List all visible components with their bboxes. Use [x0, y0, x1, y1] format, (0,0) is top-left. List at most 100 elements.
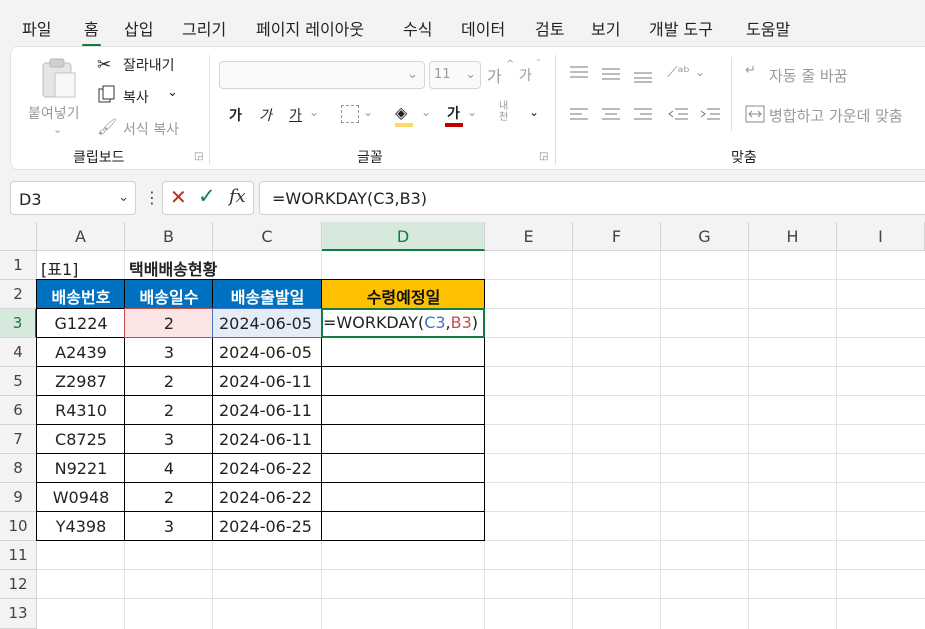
cell-b9[interactable]: 2 [125, 483, 213, 507]
cell-b10[interactable]: 3 [125, 512, 213, 536]
cell-a1[interactable]: [표1] [41, 251, 78, 280]
cell-c7[interactable]: 2024-06-11 [219, 425, 312, 449]
dialog-launcher-icon[interactable]: ◲ [539, 151, 548, 162]
row-header[interactable]: 5 [0, 367, 37, 396]
row-header[interactable]: 7 [0, 425, 37, 454]
cancel-icon[interactable]: ✕ [170, 185, 187, 209]
formula-input[interactable]: =WORKDAY(C3,B3) [259, 181, 925, 215]
row-header[interactable]: 3 [0, 309, 37, 338]
cell-c9[interactable]: 2024-06-22 [219, 483, 312, 507]
bold-button[interactable]: 가 [229, 105, 242, 125]
align-middle-icon[interactable] [601, 65, 621, 81]
cell-c6[interactable]: 2024-06-11 [219, 396, 312, 420]
menu-review[interactable]: 검토 [535, 16, 564, 40]
column-header-b[interactable]: B [125, 222, 213, 251]
cell-d3-editor[interactable]: =WORKDAY(C3,B3) [323, 310, 478, 332]
menu-help[interactable]: 도움말 [746, 16, 790, 40]
column-header-c[interactable]: C [213, 222, 322, 251]
align-center-icon[interactable] [601, 107, 621, 123]
decrease-indent-icon[interactable] [667, 107, 689, 123]
menu-developer[interactable]: 개발 도구 [649, 16, 713, 40]
cell-a4[interactable]: A2439 [37, 338, 125, 362]
italic-button[interactable]: 가 [259, 105, 272, 125]
column-header-i[interactable]: I [837, 222, 925, 251]
menu-home[interactable]: 홈 [82, 16, 101, 47]
wrap-text-button[interactable]: 자동 줄 바꿈 [769, 65, 848, 86]
grow-font-button[interactable]: 가 [487, 63, 502, 87]
paste-button[interactable]: 붙여넣기 ⌄ [25, 55, 91, 139]
cell-b7[interactable]: 3 [125, 425, 213, 449]
fill-color-icon[interactable]: ◈ [395, 103, 407, 122]
borders-icon[interactable] [341, 105, 359, 123]
menu-page-layout[interactable]: 페이지 레이아웃 [256, 16, 364, 40]
chevron-down-icon[interactable]: ⌄ [529, 105, 539, 119]
row-header[interactable]: 12 [0, 570, 37, 599]
row-header[interactable]: 2 [0, 280, 37, 309]
row-header[interactable]: 10 [0, 512, 37, 541]
cell-a10[interactable]: Y4398 [37, 512, 125, 536]
cell-b5[interactable]: 2 [125, 367, 213, 391]
row-header[interactable]: 13 [0, 599, 37, 629]
row-header[interactable]: 9 [0, 483, 37, 512]
cut-button[interactable]: 잘라내기 [123, 55, 175, 75]
cell-a9[interactable]: W0948 [37, 483, 125, 507]
align-left-icon[interactable] [569, 107, 589, 123]
orientation-icon[interactable]: ⟋ᵃᵇ [667, 63, 690, 81]
menu-view[interactable]: 보기 [591, 16, 620, 40]
increase-indent-icon[interactable] [699, 107, 721, 123]
column-header-f[interactable]: F [573, 222, 661, 251]
chevron-down-icon[interactable]: ⌄ [363, 105, 373, 119]
phonetic-button[interactable]: 내천 [499, 101, 513, 123]
cell-c5[interactable]: 2024-06-11 [219, 367, 312, 391]
insert-function-icon[interactable]: fx [229, 186, 246, 207]
font-size-combo[interactable]: 11 ⌄ [429, 61, 481, 89]
cell-b8[interactable]: 4 [125, 454, 213, 478]
active-cell-d3[interactable]: =WORKDAY(C3,B3) [321, 308, 485, 338]
copy-dropdown-chevron-icon[interactable]: ⌄ [167, 85, 178, 100]
menu-draw[interactable]: 그리기 [182, 16, 226, 40]
cell-a6[interactable]: R4310 [37, 396, 125, 420]
column-header-h[interactable]: H [749, 222, 837, 251]
enter-check-icon[interactable]: ✓ [198, 184, 216, 208]
row-header[interactable]: 11 [0, 541, 37, 570]
row-header[interactable]: 4 [0, 338, 37, 367]
column-header-e[interactable]: E [485, 222, 573, 251]
menu-formulas[interactable]: 수식 [403, 16, 432, 40]
cell-b6[interactable]: 2 [125, 396, 213, 420]
align-top-icon[interactable] [569, 65, 589, 81]
align-right-icon[interactable] [633, 107, 653, 123]
select-all-corner[interactable] [0, 222, 37, 251]
header-cell-shipping-no[interactable]: 배송번호 [37, 280, 125, 309]
cell-b1[interactable]: 택배배송현황 [129, 251, 217, 280]
header-cell-expected-date[interactable]: 수령예정일 [322, 280, 485, 309]
menu-file[interactable]: 파일 [22, 16, 51, 40]
chevron-down-icon[interactable]: ⌄ [695, 65, 705, 79]
cell-c4[interactable]: 2024-06-05 [219, 338, 312, 362]
font-name-combo[interactable]: ⌄ [219, 61, 425, 89]
header-cell-shipping-days[interactable]: 배송일수 [125, 280, 213, 309]
underline-button[interactable]: 가 [289, 105, 302, 125]
menu-insert[interactable]: 삽입 [124, 16, 153, 40]
menu-data[interactable]: 데이터 [461, 16, 505, 40]
row-header[interactable]: 8 [0, 454, 37, 483]
column-header-g[interactable]: G [661, 222, 749, 251]
dialog-launcher-icon[interactable]: ◲ [194, 151, 203, 162]
copy-button[interactable]: 복사 [123, 87, 149, 107]
cell-b4[interactable]: 3 [125, 338, 213, 362]
format-painter-button[interactable]: 서식 복사 [123, 119, 179, 139]
font-color-button[interactable]: 가 [447, 103, 460, 123]
shrink-font-button[interactable]: 가 [519, 65, 532, 85]
align-bottom-icon[interactable] [633, 67, 653, 83]
cell-a8[interactable]: N9221 [37, 454, 125, 478]
merge-center-button[interactable]: 병합하고 가운데 맞춤 [769, 105, 903, 126]
column-header-d[interactable]: D [322, 222, 485, 251]
cell-a7[interactable]: C8725 [37, 425, 125, 449]
row-header[interactable]: 6 [0, 396, 37, 425]
column-header-a[interactable]: A [37, 222, 125, 251]
cell-c10[interactable]: 2024-06-25 [219, 512, 312, 536]
header-cell-departure-date[interactable]: 배송출발일 [213, 280, 322, 309]
cell-a5[interactable]: Z2987 [37, 367, 125, 391]
chevron-down-icon[interactable]: ⌄ [309, 105, 319, 119]
chevron-down-icon[interactable]: ⌄ [421, 105, 431, 119]
cell-a3[interactable]: G1224 [37, 309, 125, 333]
